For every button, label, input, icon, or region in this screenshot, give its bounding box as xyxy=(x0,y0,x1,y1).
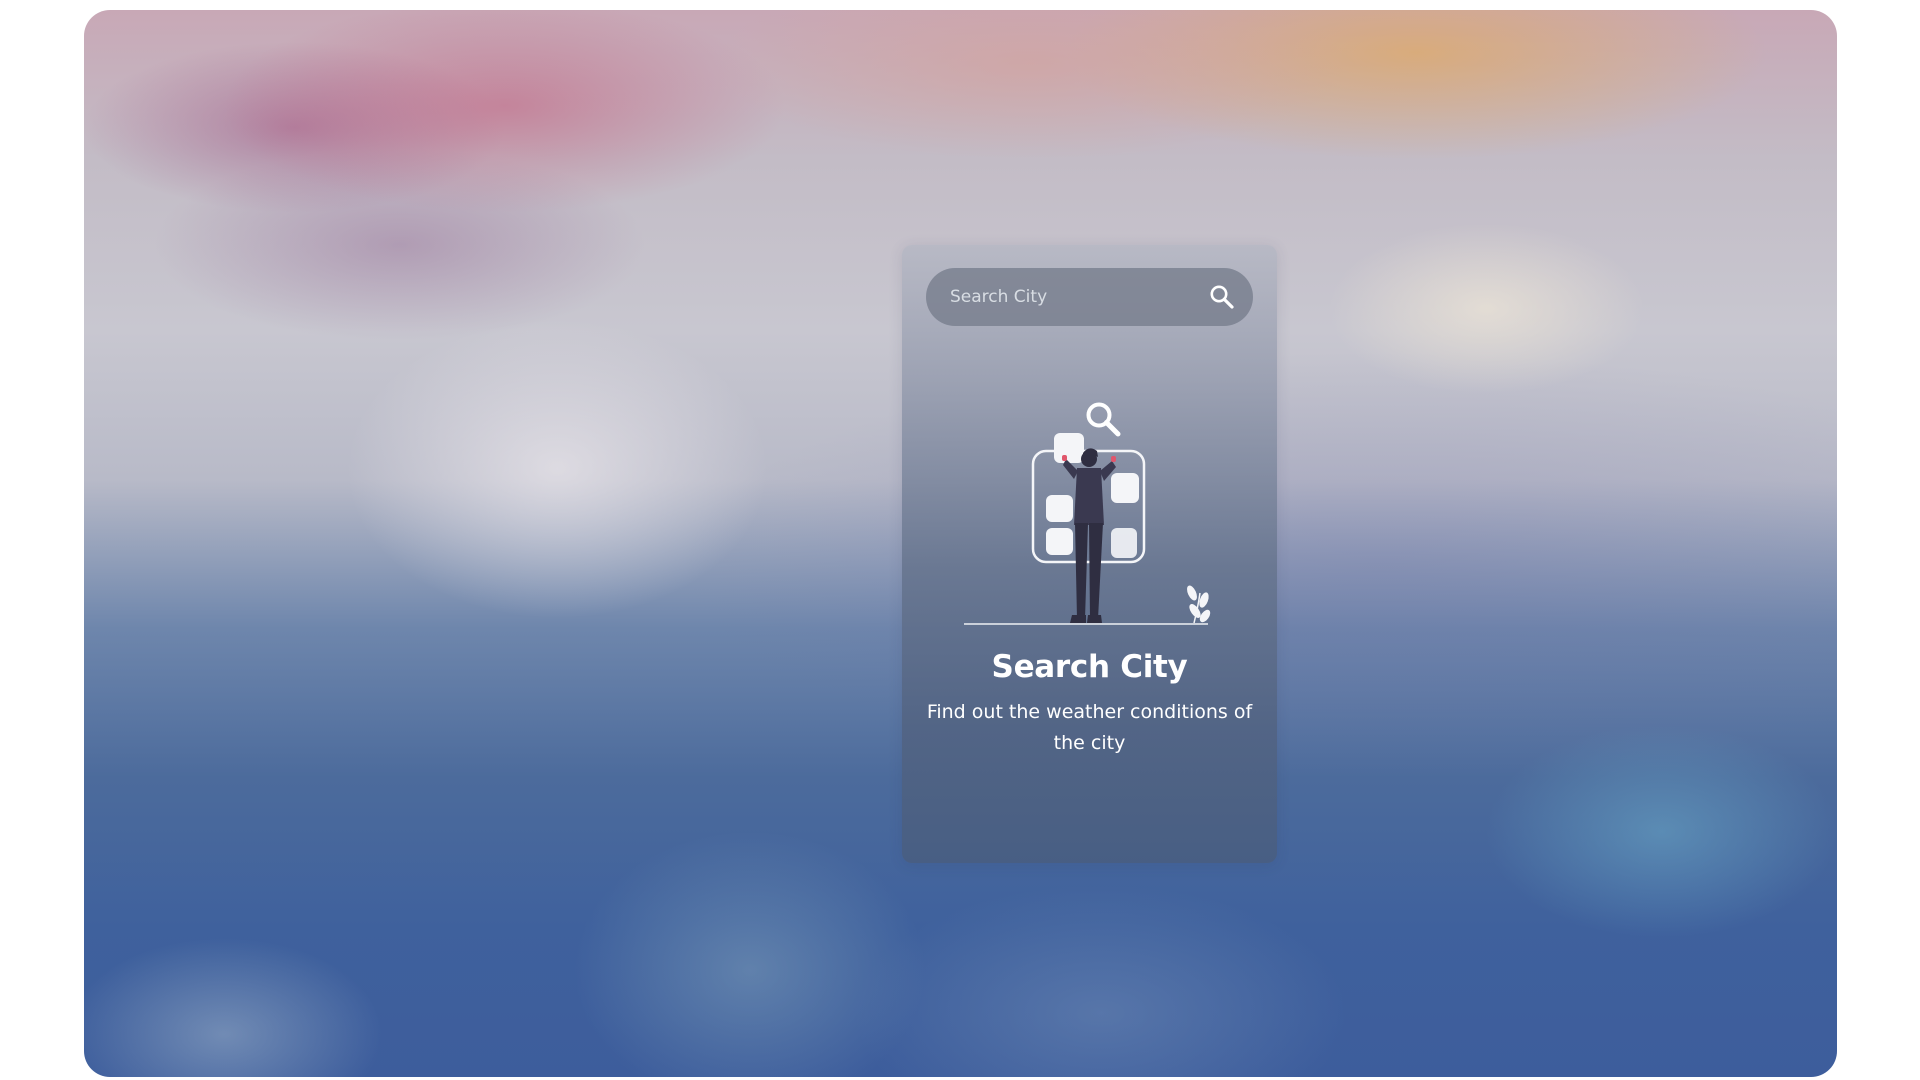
empty-state-subtitle: Find out the weather conditions of the c… xyxy=(926,701,1253,754)
search-icon xyxy=(1210,285,1234,309)
empty-state-title: Search City xyxy=(991,649,1188,685)
weather-search-card: Search City Find out the weather conditi… xyxy=(902,245,1277,863)
magnifier-icon xyxy=(1086,402,1121,437)
blurred-sky-background: Search City Find out the weather conditi… xyxy=(84,10,1837,1077)
person-searching-illustration xyxy=(964,402,1211,625)
plant-icon xyxy=(1187,585,1211,624)
search-bar xyxy=(926,268,1253,326)
search-city-input[interactable] xyxy=(926,268,1186,326)
search-button[interactable] xyxy=(1208,283,1236,311)
